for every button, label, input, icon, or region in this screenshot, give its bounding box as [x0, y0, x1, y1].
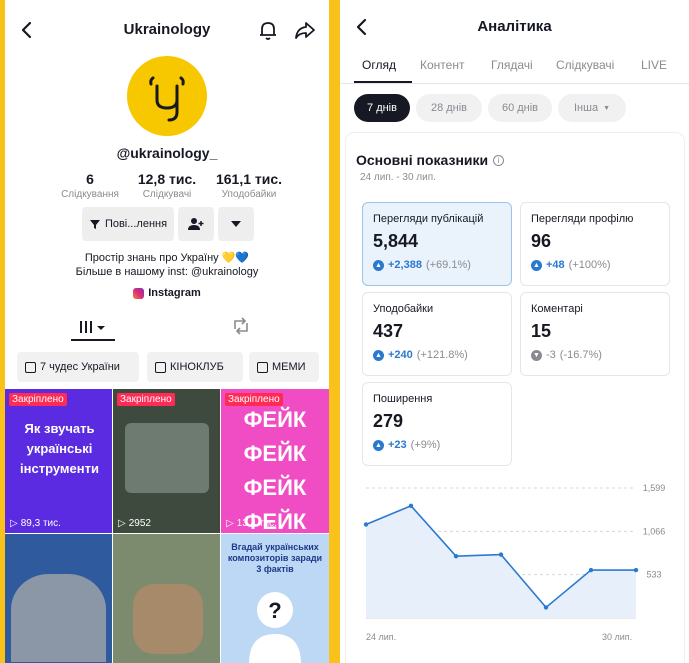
- metric-profile-views[interactable]: Перегляди профілю 96 ▲ +48 (+100%): [520, 202, 670, 286]
- instagram-icon: [133, 287, 145, 299]
- chart-point: [633, 567, 639, 573]
- analytics-tabs: Огляд Контент Глядачі Слідкувачі LIVE: [340, 54, 689, 84]
- repost-tab-icon[interactable]: [231, 317, 251, 335]
- chart-area-fill: [366, 505, 636, 618]
- metric-shares[interactable]: Поширення 279 ▲ +23 (+9%): [362, 382, 512, 466]
- profile-bio: Простір знань про Україну 💛💙 Більше в на…: [75, 252, 259, 278]
- tab-viewers[interactable]: Глядачі: [491, 58, 533, 72]
- play-icon: ▷: [226, 518, 234, 529]
- chart-x-tick-label: 24 лип.: [366, 632, 396, 642]
- video-tile[interactable]: Закріплено ФЕЙК ФЕЙК ФЕЙК ФЕЙК ▷ 13,4 тис…: [221, 389, 329, 533]
- playlist-7-wonders[interactable]: 7 чудес України: [17, 352, 139, 382]
- arrow-up-icon: ▲: [531, 259, 542, 271]
- video-tile[interactable]: [113, 534, 220, 663]
- playlist-icon: [25, 361, 36, 373]
- arrow-up-icon: ▲: [373, 259, 384, 271]
- chart-point: [498, 552, 504, 557]
- playlist-kinoclub[interactable]: КІНОКЛУБ: [147, 352, 243, 382]
- range-28-days[interactable]: 28 днів: [416, 94, 482, 122]
- arrow-up-icon: ▲: [373, 439, 384, 451]
- phone-screenshot-thumbnail: [125, 423, 209, 493]
- video-tile[interactable]: Закріплено ▷ 2952: [113, 389, 220, 533]
- chart-y-tick-label: 1,599: [643, 483, 666, 493]
- chart-point: [408, 503, 414, 509]
- analytics-title: Аналітика: [477, 18, 552, 35]
- chart-y-tick-label: 1,066: [643, 526, 666, 536]
- metric-post-views[interactable]: Перегляди публікацій 5,844 ▲ +2,388 (+69.1…: [362, 202, 512, 286]
- section-title: Основні показники i: [356, 152, 505, 168]
- chart-point: [543, 605, 549, 610]
- video-tile[interactable]: Закріплено Як звучать українські інструм…: [5, 389, 112, 533]
- post-views-line-chart: 1,599 1,066 533 24 лип. 30 лип.: [363, 483, 666, 642]
- info-icon[interactable]: i: [493, 154, 505, 166]
- range-custom[interactable]: Інша ▼: [558, 94, 626, 122]
- chart-y-tick-label: 533: [646, 570, 661, 580]
- tab-overview[interactable]: Огляд: [362, 58, 396, 72]
- playlist-icon: [155, 361, 166, 373]
- photo-thumbnail: [11, 574, 106, 662]
- avatar[interactable]: [127, 56, 207, 136]
- range-60-days[interactable]: 60 днів: [488, 94, 552, 122]
- playlists-row: 7 чудес України КІНОКЛУБ МЕМИ: [17, 352, 329, 382]
- active-tab-indicator: [71, 339, 115, 341]
- share-icon[interactable]: [294, 19, 316, 41]
- filter-icon: [89, 220, 100, 229]
- profile-handle: @ukrainology_: [116, 145, 218, 161]
- chart-point: [453, 554, 459, 559]
- profile-tabs: [5, 315, 329, 343]
- profile-screen: Ukrainology @ukrainology_ 6 Слідкування …: [5, 0, 329, 663]
- metric-comments[interactable]: Коментарі 15 ▼ -3 (-16.7%): [520, 292, 670, 376]
- caret-down-icon: [231, 221, 241, 227]
- caret-down-icon: ▼: [603, 104, 610, 112]
- stat-following[interactable]: 6 Слідкування: [55, 171, 125, 200]
- profile-title: Ukrainology: [123, 21, 211, 38]
- play-icon: ▷: [118, 518, 126, 529]
- chart-x-tick-label: 30 лип.: [602, 632, 632, 642]
- stat-likes[interactable]: 161,1 тис. Уподобайки: [209, 171, 289, 200]
- ukrainology-logo-icon: [149, 76, 185, 122]
- section-date-range: 24 лип. - 30 лип.: [360, 172, 436, 183]
- chart-point: [363, 522, 369, 527]
- more-button[interactable]: [218, 207, 254, 241]
- playlist-memes[interactable]: МЕМИ: [249, 352, 319, 382]
- video-grid: Закріплено Як звучать українські інструм…: [5, 389, 329, 663]
- follow-button[interactable]: Пові...лення: [82, 207, 174, 241]
- tab-followers[interactable]: Слідкувачі: [556, 58, 614, 72]
- videos-grid-tab-icon[interactable]: [75, 318, 109, 336]
- range-7-days[interactable]: 7 днів: [354, 94, 410, 122]
- tab-live[interactable]: LIVE: [641, 58, 667, 72]
- chart-point: [588, 567, 594, 573]
- instagram-link[interactable]: Instagram: [5, 287, 329, 299]
- profile-stats: 6 Слідкування 12,8 тис. Слідкувачі 161,1…: [55, 171, 285, 201]
- playlist-icon: [257, 361, 268, 373]
- arrow-up-icon: ▲: [373, 349, 384, 361]
- play-icon: ▷: [10, 518, 18, 529]
- photo-thumbnail: [133, 584, 203, 654]
- add-user-icon: [188, 218, 204, 230]
- bell-icon[interactable]: [257, 19, 279, 41]
- add-friend-button[interactable]: [178, 207, 214, 241]
- silhouette-question-icon: ?: [249, 592, 301, 663]
- tab-content[interactable]: Контент: [420, 58, 464, 72]
- arrow-down-icon: ▼: [531, 349, 542, 361]
- analytics-screen: Аналітика Огляд Контент Глядачі Слідкува…: [340, 0, 689, 663]
- stat-followers[interactable]: 12,8 тис. Слідкувачі: [129, 171, 205, 200]
- tabs-divider: [340, 83, 689, 84]
- video-tile[interactable]: Вгадай українських композиторів заради 3…: [221, 534, 329, 663]
- svg-text:?: ?: [268, 598, 281, 623]
- profile-topbar: Ukrainology: [5, 0, 329, 58]
- video-tile[interactable]: [5, 534, 112, 663]
- metric-likes[interactable]: Уподобайки 437 ▲ +240 (+121.8%): [362, 292, 512, 376]
